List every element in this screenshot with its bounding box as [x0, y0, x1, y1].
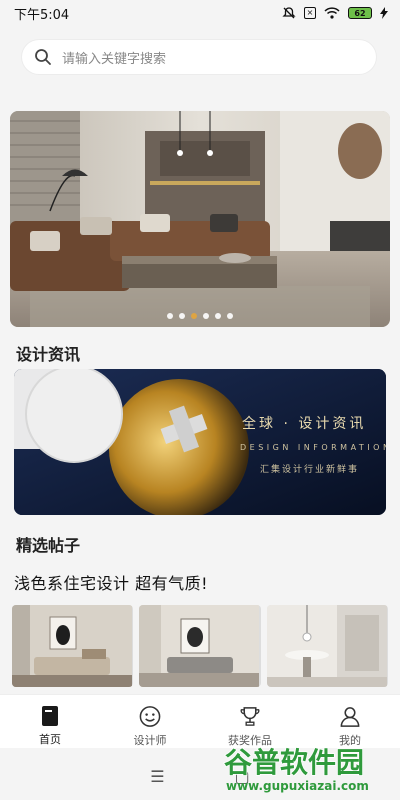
info-card-subheading-cn: 汇集设计行业新鲜事 [260, 465, 360, 475]
tab-designers[interactable]: 设计师 [100, 695, 200, 748]
status-bar: 下午5:04 × 62 [0, 0, 400, 26]
trophy-icon [240, 707, 260, 726]
carousel-dot-active[interactable] [191, 313, 197, 319]
carousel-dot[interactable] [203, 313, 209, 319]
banner-image [10, 111, 390, 327]
post-thumbnail[interactable] [12, 605, 134, 687]
wifi-icon [324, 7, 340, 19]
section-title-posts: 精选帖子 [16, 536, 81, 555]
carousel-dot[interactable] [227, 313, 233, 319]
info-card-subheading-en: DESIGN INFORMATION [240, 443, 386, 452]
watermark-url: www.gupuxiazai.com [226, 779, 369, 793]
smiley-icon [139, 706, 161, 727]
post-thumbnail[interactable] [139, 605, 261, 687]
person-icon [340, 707, 360, 727]
info-card-heading: 全球 · 设计资讯 [242, 416, 367, 432]
search-placeholder: 请输入关键字搜索 [62, 51, 167, 67]
tab-home-label: 首页 [39, 733, 61, 746]
carousel-dot[interactable] [179, 313, 185, 319]
watermark-cn: 谷普软件园 [224, 746, 364, 779]
menu-icon[interactable]: ☰ [150, 767, 164, 786]
tab-designers-label: 设计师 [133, 734, 167, 747]
carousel-dot[interactable] [215, 313, 221, 319]
search-input[interactable]: 请输入关键字搜索 [22, 40, 376, 74]
search-icon [35, 49, 51, 65]
mute-icon [282, 7, 296, 19]
charging-icon [380, 7, 388, 19]
status-icons: × 62 [282, 6, 388, 20]
design-info-card[interactable]: 全球 · 设计资讯 DESIGN INFORMATION 汇集设计行业新鲜事 [14, 369, 386, 515]
sim-icon: × [304, 7, 316, 19]
status-time: 下午5:04 [14, 7, 70, 23]
carousel-dot[interactable] [167, 313, 173, 319]
info-card-text: 全球 · 设计资讯 DESIGN INFORMATION 汇集设计行业新鲜事 [240, 413, 386, 475]
post-title[interactable]: 浅色系住宅设计 超有气质! [14, 570, 208, 594]
watermark-logo: 谷普软件园 www.gupuxiazai.com [223, 745, 369, 793]
battery-icon: 62 [348, 7, 372, 19]
home-icon [42, 706, 58, 726]
banner-carousel[interactable] [10, 111, 390, 327]
post-thumbnails[interactable] [12, 605, 388, 687]
post-thumbnail[interactable] [266, 605, 388, 687]
section-title-news: 设计资讯 [16, 345, 81, 364]
tab-home[interactable]: 首页 [0, 695, 100, 748]
carousel-dots [10, 313, 390, 319]
